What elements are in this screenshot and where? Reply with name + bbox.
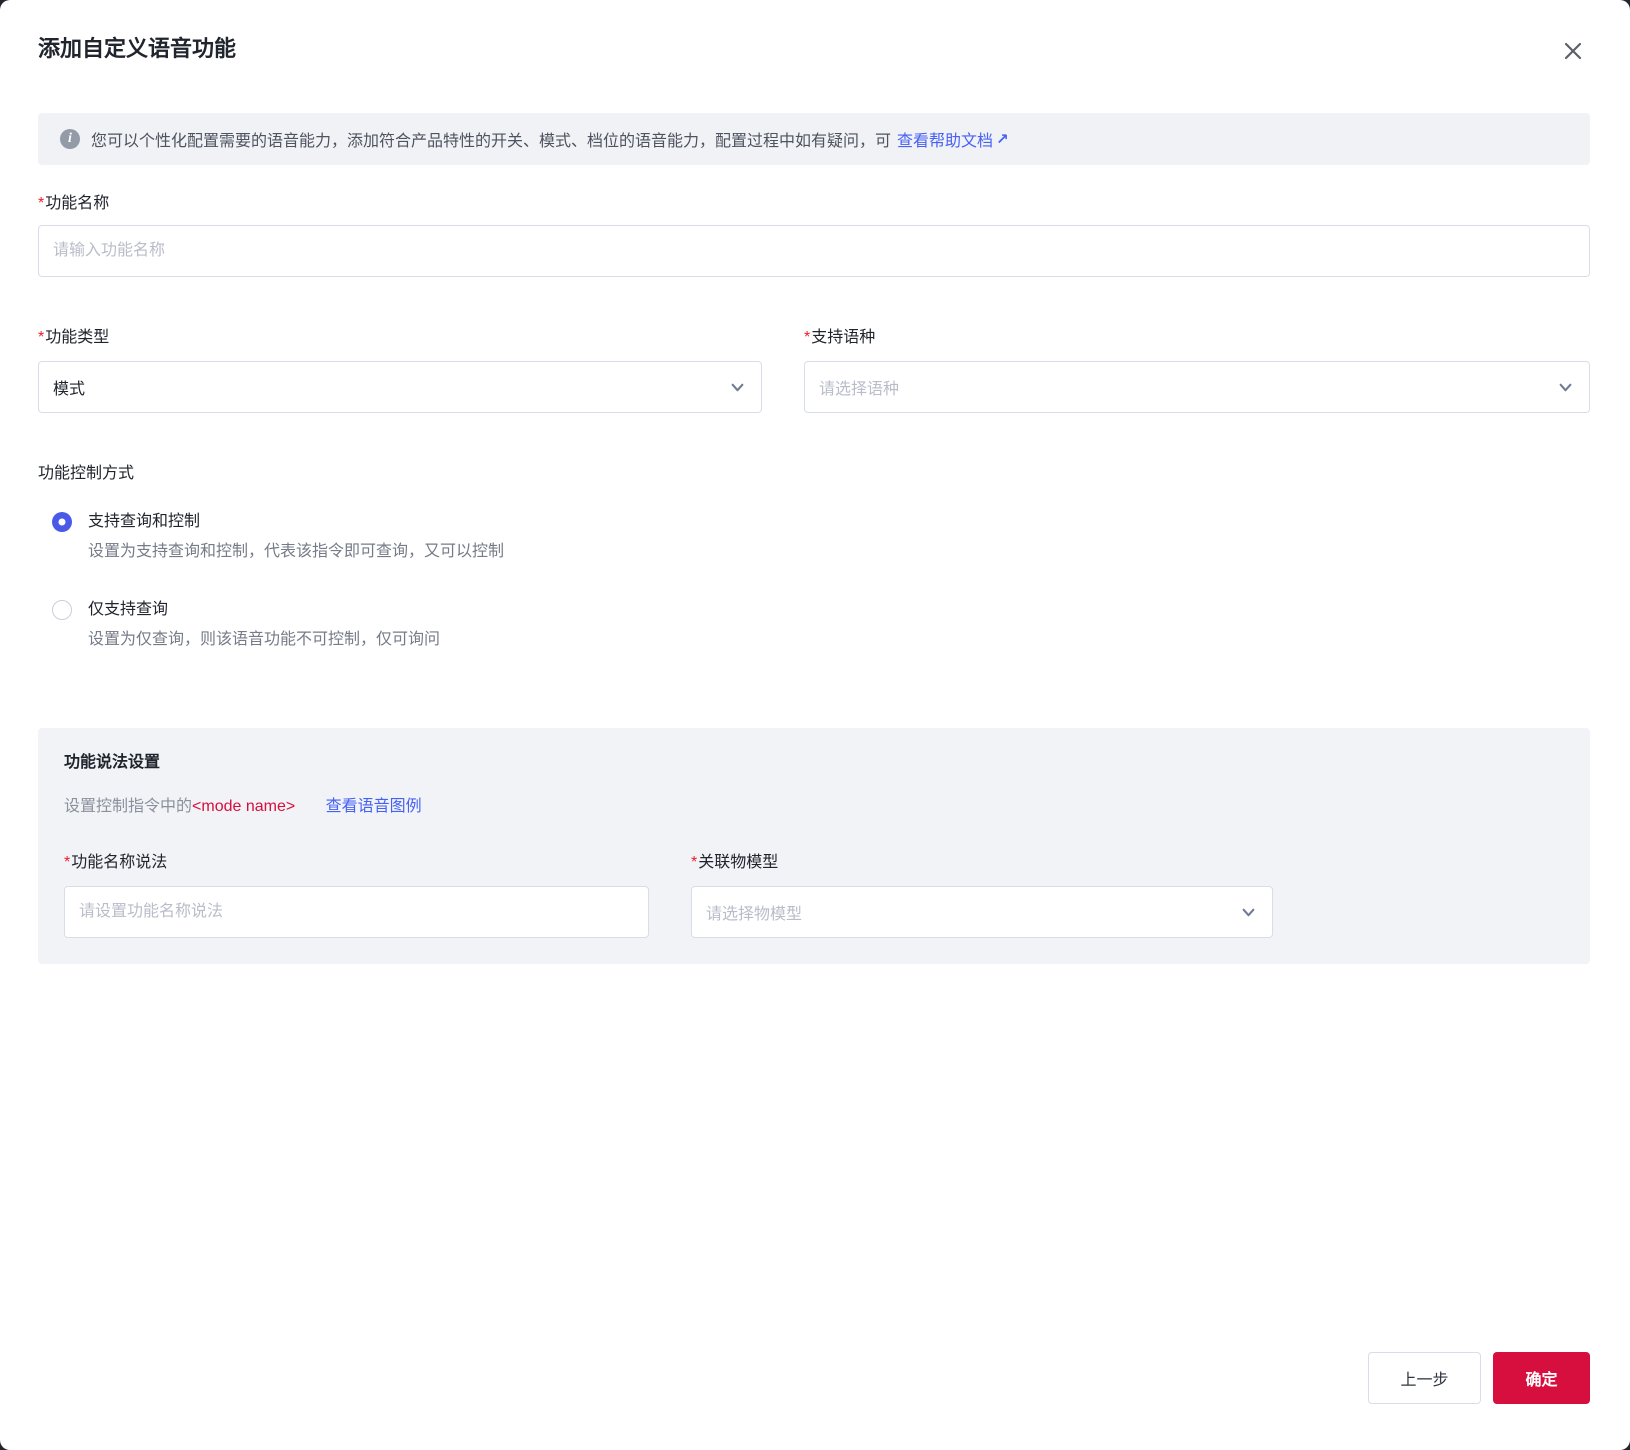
language-label: *支持语种: [804, 329, 876, 346]
function-type-value: 模式: [53, 381, 86, 398]
subtitle-prefix: 设置控制指令中的: [64, 798, 193, 815]
help-doc-link[interactable]: 查看帮助文档: [897, 127, 993, 151]
radio-description: 设置为支持查询和控制，代表该指令即可查询，又可以控制: [88, 543, 505, 560]
thing-model-placeholder: 请选择物模型: [706, 906, 803, 923]
info-icon: i: [60, 129, 80, 149]
name-statement-field: *功能名称说法: [64, 852, 649, 938]
function-type-select[interactable]: 模式: [38, 361, 762, 413]
language-field: *支持语种 请选择语种: [804, 327, 1590, 413]
name-statement-input[interactable]: [64, 886, 649, 938]
required-asterisk: *: [691, 854, 698, 871]
function-name-input[interactable]: [38, 225, 1590, 277]
add-custom-voice-dialog: 添加自定义语音功能 i 您可以个性化配置需要的语音能力，添加符合产品特性的开关、…: [0, 0, 1630, 1450]
close-icon: [1562, 40, 1584, 62]
panel-title: 功能说法设置: [64, 754, 161, 771]
function-name-label: *功能名称: [38, 195, 110, 212]
previous-step-button[interactable]: 上一步: [1368, 1352, 1481, 1404]
thing-model-field: *关联物模型 请选择物模型: [691, 852, 1273, 938]
chevron-down-icon: [1241, 905, 1256, 920]
function-type-field: *功能类型 模式: [38, 327, 762, 413]
required-asterisk: *: [64, 854, 71, 871]
radio-query-only[interactable]: 仅支持查询: [52, 599, 1590, 621]
close-button[interactable]: [1560, 38, 1586, 64]
radio-selected-icon: [52, 512, 72, 532]
info-banner: i 您可以个性化配置需要的语音能力，添加符合产品特性的开关、模式、档位的语音能力…: [38, 113, 1590, 165]
control-mode-label: 功能控制方式: [38, 465, 135, 482]
required-asterisk: *: [804, 329, 811, 346]
radio-description: 设置为仅查询，则该语音功能不可控制，仅可询问: [88, 631, 441, 648]
thing-model-select[interactable]: 请选择物模型: [691, 886, 1273, 938]
radio-label: 仅支持查询: [88, 601, 169, 618]
dialog-header: 添加自定义语音功能: [0, 0, 1630, 64]
chevron-down-icon: [1558, 380, 1573, 395]
language-select[interactable]: 请选择语种: [804, 361, 1590, 413]
radio-unselected-icon: [52, 600, 72, 620]
radio-option-query-only: 仅支持查询 设置为仅查询，则该语音功能不可控制，仅可询问: [38, 599, 1590, 651]
thing-model-label: *关联物模型: [691, 854, 779, 871]
required-asterisk: *: [38, 195, 45, 212]
dialog-title: 添加自定义语音功能: [38, 36, 237, 61]
radio-label: 支持查询和控制: [88, 513, 201, 530]
language-placeholder: 请选择语种: [819, 381, 900, 398]
voice-legend-link[interactable]: 查看语音图例: [326, 798, 422, 815]
confirm-button[interactable]: 确定: [1493, 1352, 1590, 1404]
radio-option-query-and-control: 支持查询和控制 设置为支持查询和控制，代表该指令即可查询，又可以控制: [38, 511, 1590, 563]
mode-name-token: <mode name>: [192, 798, 296, 815]
dialog-footer: 上一步 确定: [1368, 1352, 1590, 1404]
radio-query-and-control[interactable]: 支持查询和控制: [52, 511, 1590, 533]
name-statement-label: *功能名称说法: [64, 854, 168, 871]
panel-subtitle: 设置控制指令中的<mode name> 查看语音图例: [64, 796, 1564, 818]
required-asterisk: *: [38, 329, 45, 346]
chevron-down-icon: [730, 380, 745, 395]
external-link-icon: ↗: [996, 131, 1009, 148]
statement-settings-panel: 功能说法设置 设置控制指令中的<mode name> 查看语音图例 *功能名称说…: [38, 728, 1590, 964]
info-banner-text: 您可以个性化配置需要的语音能力，添加符合产品特性的开关、模式、档位的语音能力，配…: [91, 133, 892, 150]
function-type-label: *功能类型: [38, 329, 110, 346]
